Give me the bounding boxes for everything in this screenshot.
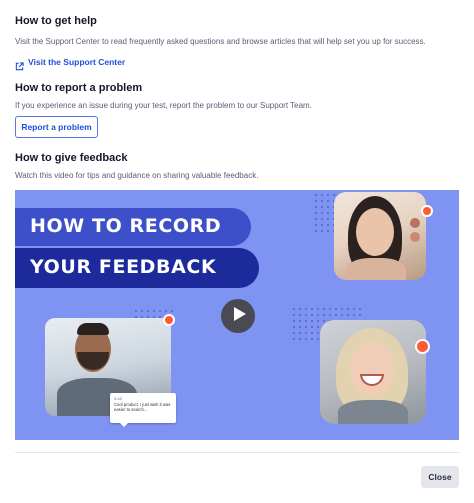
makeup-palette	[410, 218, 420, 228]
participant-shoulders	[338, 400, 408, 424]
participant-face	[350, 342, 394, 396]
report-text: If you experience an issue during your t…	[15, 101, 312, 110]
comment-tail	[120, 423, 128, 427]
comment-card: 0:16 Cool product. I just wish it was ea…	[110, 393, 176, 427]
participant-photo	[334, 192, 426, 280]
video-title-line2: YOUR FEEDBACK	[30, 256, 217, 278]
comment-timestamp: 0:16	[114, 396, 122, 401]
support-center-link[interactable]: Visit the Support Center	[15, 57, 126, 70]
participant-shoulders	[346, 258, 406, 280]
participant-photo	[320, 320, 426, 424]
feedback-text: Watch this video for tips and guidance o…	[15, 171, 259, 180]
report-heading: How to report a problem	[15, 82, 143, 94]
support-panel: How to get help Visit the Support Center…	[0, 0, 474, 503]
record-indicator	[415, 339, 430, 354]
participant-face	[356, 208, 394, 256]
feedback-heading: How to give feedback	[15, 152, 128, 164]
play-icon	[231, 306, 246, 326]
record-indicator	[163, 314, 175, 326]
close-button[interactable]: Close	[421, 466, 459, 488]
help-text: Visit the Support Center to read frequen…	[15, 37, 426, 46]
record-indicator	[421, 205, 433, 217]
makeup-palette	[410, 232, 420, 242]
comment-text: Cool product. I just wish it was easier …	[114, 402, 171, 412]
play-button[interactable]	[221, 299, 255, 333]
participant-hair	[77, 323, 109, 335]
report-problem-button[interactable]: Report a problem	[15, 116, 98, 138]
support-center-link-label: Visit the Support Center	[28, 57, 126, 67]
video-title-line1: HOW TO RECORD	[30, 215, 222, 237]
footer-divider	[15, 452, 459, 453]
help-heading: How to get help	[15, 15, 97, 27]
external-link-icon	[15, 58, 24, 70]
feedback-video[interactable]: HOW TO RECORD YOUR FEEDBACK 0:16 Cool pr…	[15, 190, 459, 440]
